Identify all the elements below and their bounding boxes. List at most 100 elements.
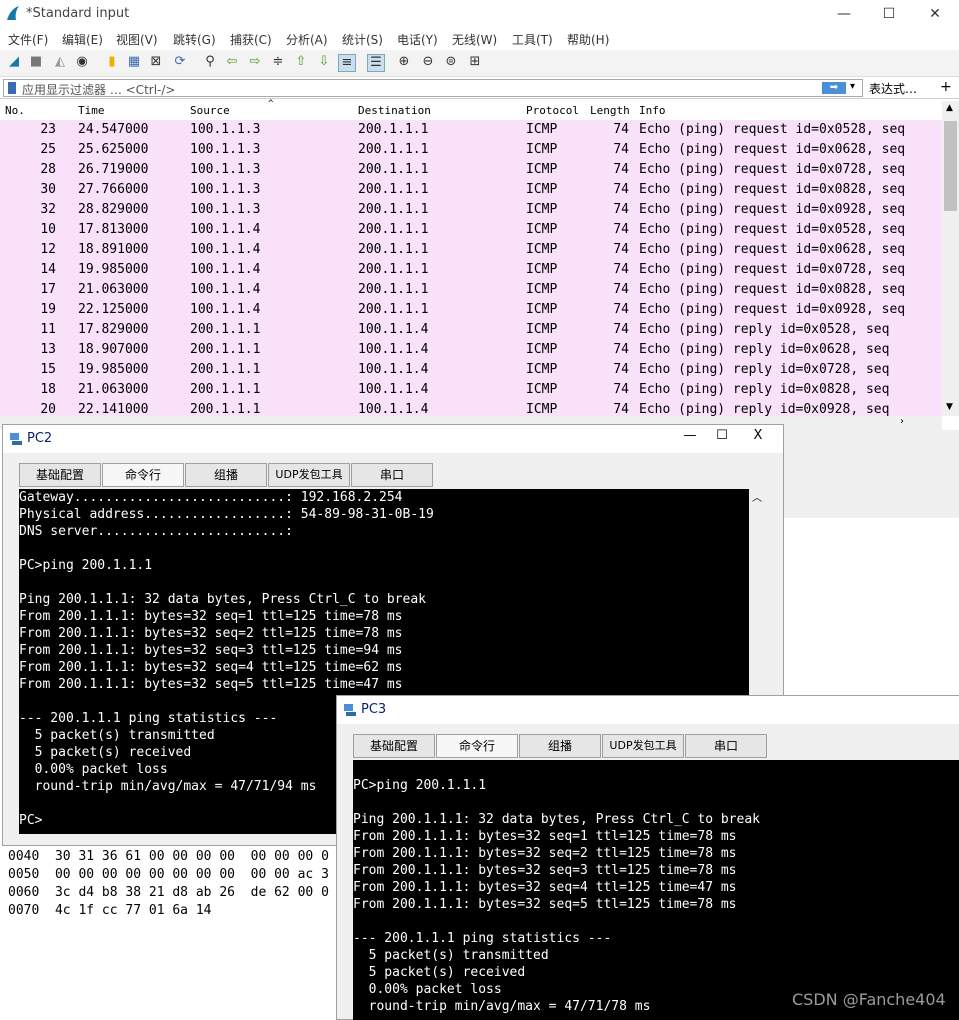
tab-basic-config[interactable]: 基础配置 xyxy=(353,734,435,758)
tab-basic-config[interactable]: 基础配置 xyxy=(19,463,101,487)
tab-serial[interactable]: 串口 xyxy=(351,463,433,487)
tab-udp-tool[interactable]: UDP发包工具 xyxy=(602,734,684,758)
zoom-in-icon[interactable]: ⊕ xyxy=(396,54,412,70)
tab-multicast[interactable]: 组播 xyxy=(185,463,267,487)
open-file-icon[interactable]: ▮ xyxy=(104,54,120,70)
last-packet-icon[interactable]: ⇩ xyxy=(316,54,332,70)
start-capture-icon[interactable]: ◢ xyxy=(6,54,22,70)
close-button[interactable]: X xyxy=(743,428,773,448)
menu-wireless[interactable]: 无线(W) xyxy=(452,31,497,48)
scroll-up-icon[interactable]: ︿ xyxy=(752,489,762,504)
scroll-right-icon[interactable]: › xyxy=(900,416,904,427)
maximize-button[interactable]: ☐ xyxy=(707,428,737,448)
stop-capture-icon[interactable]: ■ xyxy=(28,54,44,70)
menu-tools[interactable]: 工具(T) xyxy=(512,31,553,48)
menu-capture[interactable]: 捕获(C) xyxy=(230,31,272,48)
reload-file-icon[interactable]: ⟳ xyxy=(172,54,188,70)
packet-row[interactable]: 10 17.813000 100.1.1.4 200.1.1.1 ICMP 74 Echo … xyxy=(0,220,942,240)
apply-filter-icon[interactable]: ➡ xyxy=(822,82,846,94)
colorize-icon[interactable]: ☰ xyxy=(367,54,385,72)
tab-command-line[interactable]: 命令行 xyxy=(102,463,184,487)
packet-len: 74 xyxy=(613,362,629,377)
expression-button[interactable]: 表达式… xyxy=(869,80,917,97)
go-back-icon[interactable]: ⇦ xyxy=(224,54,240,70)
autoscroll-icon[interactable]: ≡ xyxy=(338,54,356,72)
close-file-icon[interactable]: ⊠ xyxy=(148,54,164,70)
packet-dst: 200.1.1.1 xyxy=(358,202,429,217)
terminal-line: Ping 200.1.1.1: 32 data bytes, Press Ctr… xyxy=(353,812,760,827)
pc3-terminal[interactable]: PC>ping 200.1.1.1 Ping 200.1.1.1: 32 data… xyxy=(353,760,959,1020)
col-no[interactable]: No. xyxy=(5,104,25,117)
packet-row[interactable]: 19 22.125000 100.1.1.4 200.1.1.1 ICMP 74 Echo … xyxy=(0,300,942,320)
first-packet-icon[interactable]: ⇧ xyxy=(293,54,309,70)
col-destination[interactable]: Destination xyxy=(358,104,431,117)
find-packet-icon[interactable]: ⚲ xyxy=(202,54,218,70)
packet-info: Echo (ping) request id=0x0628, seq xyxy=(639,142,906,157)
packet-row[interactable]: 17 21.063000 100.1.1.4 200.1.1.1 ICMP 74 Echo … xyxy=(0,280,942,300)
packet-row[interactable]: 20 22.141000 200.1.1.1 100.1.1.4 ICMP 74 Echo … xyxy=(0,400,942,416)
menu-file[interactable]: 文件(F) xyxy=(8,31,48,48)
packet-row[interactable]: 12 18.891000 100.1.1.4 200.1.1.1 ICMP 74 Echo … xyxy=(0,240,942,260)
menu-analyze[interactable]: 分析(A) xyxy=(286,31,328,48)
bookmark-icon[interactable] xyxy=(8,82,16,94)
menu-telephony[interactable]: 电话(Y) xyxy=(397,31,438,48)
minimize-button[interactable]: — xyxy=(830,4,858,24)
tab-multicast[interactable]: 组播 xyxy=(519,734,601,758)
packet-row[interactable]: 18 21.063000 200.1.1.1 100.1.1.4 ICMP 74 Echo … xyxy=(0,380,942,400)
packet-row[interactable]: 23 24.547000 100.1.1.3 200.1.1.1 ICMP 74 Echo … xyxy=(0,120,942,140)
packet-list-scrollbar[interactable]: ▲ ▼ xyxy=(942,101,959,416)
resize-columns-icon[interactable]: ⊞ xyxy=(467,54,483,70)
zoom-out-icon[interactable]: ⊖ xyxy=(420,54,436,70)
hex-line: 0070 4c 1f cc 77 01 6a 14 xyxy=(8,903,212,918)
packet-no: 20 xyxy=(40,402,56,416)
go-forward-icon[interactable]: ⇨ xyxy=(247,54,263,70)
packet-info: Echo (ping) request id=0x0828, seq xyxy=(639,282,906,297)
col-length[interactable]: Length xyxy=(590,104,630,117)
restart-capture-icon[interactable]: ◭ xyxy=(52,54,68,70)
packet-row[interactable]: 14 19.985000 100.1.1.4 200.1.1.1 ICMP 74 Echo … xyxy=(0,260,942,280)
go-to-packet-icon[interactable]: ≑ xyxy=(270,54,286,70)
packet-proto: ICMP xyxy=(526,162,558,177)
packet-row[interactable]: 11 17.829000 200.1.1.1 100.1.1.4 ICMP 74 Echo … xyxy=(0,320,942,340)
add-filter-button[interactable]: + xyxy=(940,79,952,95)
tab-serial[interactable]: 串口 xyxy=(685,734,767,758)
tab-udp-tool[interactable]: UDP发包工具 xyxy=(268,463,350,487)
minimize-button[interactable]: — xyxy=(675,428,705,448)
terminal-line: From 200.1.1.1: bytes=32 seq=3 ttl=125 t… xyxy=(19,643,403,658)
col-time[interactable]: Time xyxy=(78,104,105,117)
packet-row[interactable]: 32 28.829000 100.1.1.3 200.1.1.1 ICMP 74 Echo … xyxy=(0,200,942,220)
tab-command-line[interactable]: 命令行 xyxy=(436,734,518,758)
packet-row[interactable]: 25 25.625000 100.1.1.3 200.1.1.1 ICMP 74 Echo … xyxy=(0,140,942,160)
packet-len: 74 xyxy=(613,322,629,337)
filter-dropdown-icon[interactable]: ▾ xyxy=(850,81,855,92)
col-info[interactable]: Info xyxy=(639,104,666,117)
col-source[interactable]: Source xyxy=(190,104,230,117)
packet-row[interactable]: 13 18.907000 200.1.1.1 100.1.1.4 ICMP 74 Echo … xyxy=(0,340,942,360)
packet-proto: ICMP xyxy=(526,202,558,217)
menu-statistics[interactable]: 统计(S) xyxy=(342,31,383,48)
packet-row[interactable]: 28 26.719000 100.1.1.3 200.1.1.1 ICMP 74 Echo … xyxy=(0,160,942,180)
menu-view[interactable]: 视图(V) xyxy=(116,31,158,48)
close-button[interactable]: ✕ xyxy=(921,4,949,24)
menu-edit[interactable]: 编辑(E) xyxy=(62,31,103,48)
packet-dst: 200.1.1.1 xyxy=(358,122,429,137)
menu-go[interactable]: 跳转(G) xyxy=(173,31,216,48)
col-protocol[interactable]: Protocol xyxy=(526,104,579,117)
packet-proto: ICMP xyxy=(526,382,558,397)
display-filter-input[interactable]: 应用显示过滤器 … <Ctrl-/> ➡ ▾ xyxy=(3,79,863,97)
packet-row[interactable]: 30 27.766000 100.1.1.3 200.1.1.1 ICMP 74 Echo … xyxy=(0,180,942,200)
save-file-icon[interactable]: ▦ xyxy=(126,54,142,70)
scrollbar-thumb[interactable] xyxy=(944,121,957,211)
packet-no: 12 xyxy=(40,242,56,257)
scroll-up-icon[interactable]: ▲ xyxy=(946,103,953,113)
packet-list-header: No. Time Source ^ Destination Protocol L… xyxy=(0,99,942,121)
packet-row[interactable]: 15 19.985000 200.1.1.1 100.1.1.4 ICMP 74 Echo … xyxy=(0,360,942,380)
normal-size-icon[interactable]: ⊜ xyxy=(443,54,459,70)
watermark: CSDN @Fanche404 xyxy=(792,990,946,1009)
scroll-down-icon[interactable]: ▼ xyxy=(946,402,953,412)
packet-len: 74 xyxy=(613,122,629,137)
menu-help[interactable]: 帮助(H) xyxy=(567,31,609,48)
maximize-button[interactable]: ☐ xyxy=(875,4,903,24)
packet-time: 18.907000 xyxy=(78,342,149,357)
capture-options-icon[interactable]: ◉ xyxy=(74,54,90,70)
